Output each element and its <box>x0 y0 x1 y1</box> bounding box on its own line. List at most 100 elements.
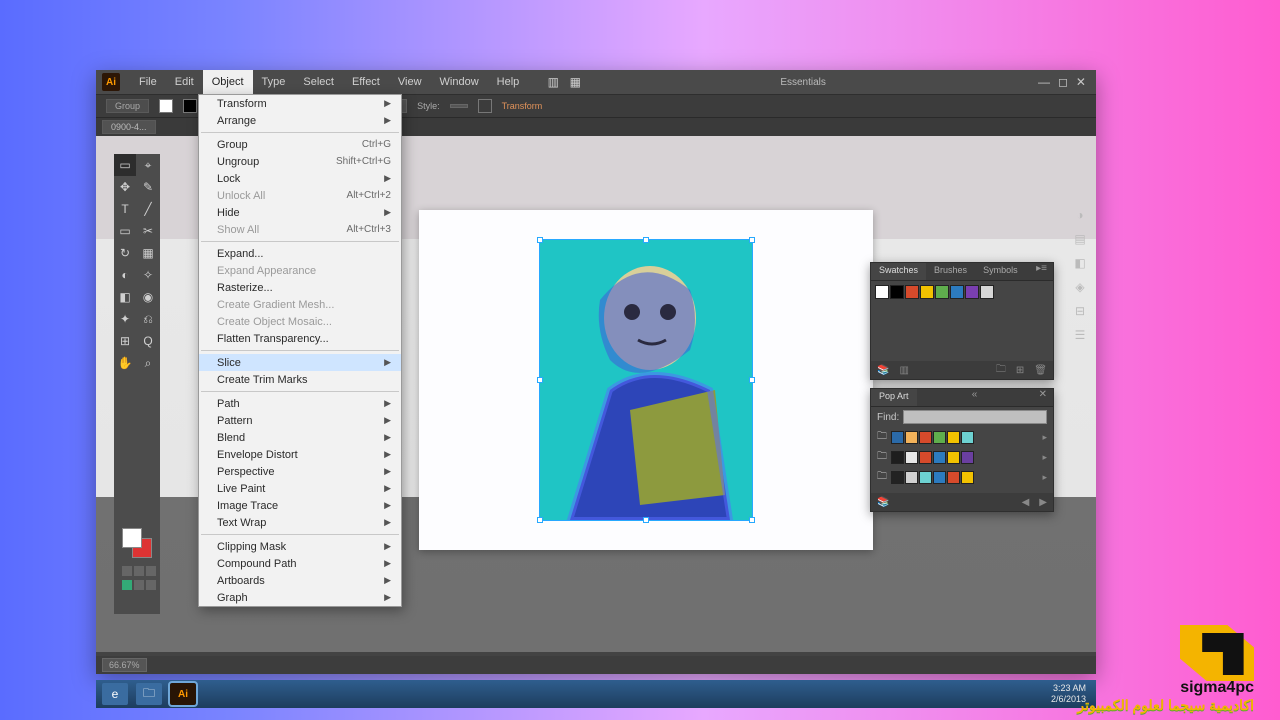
workspace-switcher[interactable]: Essentials <box>780 77 826 88</box>
tool-14[interactable]: ✦ <box>114 308 136 330</box>
panel-menu-icon[interactable]: ▸≡ <box>1030 263 1053 280</box>
swatch[interactable] <box>875 285 889 299</box>
menu-item-create-trim-marks[interactable]: Create Trim Marks <box>199 371 401 388</box>
tool-9[interactable]: ▦ <box>137 242 159 264</box>
menu-item-perspective[interactable]: Perspective▶ <box>199 463 401 480</box>
swatch[interactable] <box>919 471 932 484</box>
swatch[interactable] <box>905 471 918 484</box>
maximize-button[interactable]: ◻ <box>1058 75 1068 89</box>
swatch[interactable] <box>933 451 946 464</box>
tool-0[interactable]: ▭ <box>114 154 136 176</box>
resize-handle[interactable] <box>643 237 649 243</box>
style-field[interactable] <box>450 104 468 108</box>
menu-file[interactable]: File <box>130 70 166 94</box>
menu-window[interactable]: Window <box>431 70 488 94</box>
dock-appearance-icon[interactable]: ⊟ <box>1072 304 1088 320</box>
swatch[interactable] <box>891 471 904 484</box>
swatch[interactable] <box>965 285 979 299</box>
resize-handle[interactable] <box>749 237 755 243</box>
popart-next-icon[interactable]: ▶ <box>1039 497 1047 508</box>
swatch-trash-icon[interactable]: 🗑 <box>1034 365 1047 376</box>
menu-item-path[interactable]: Path▶ <box>199 395 401 412</box>
dock-layers-icon[interactable]: ☰ <box>1072 328 1088 344</box>
swatch-menu-icon[interactable]: ▥ <box>899 365 908 376</box>
swatch-new-icon[interactable]: ⊞ <box>1016 365 1024 376</box>
popart-prev-icon[interactable]: ◀ <box>1022 497 1030 508</box>
tool-13[interactable]: ◉ <box>137 286 159 308</box>
menu-item-lock[interactable]: Lock▶ <box>199 170 401 187</box>
tool-3[interactable]: ✎ <box>137 176 159 198</box>
menu-item-rasterize-[interactable]: Rasterize... <box>199 279 401 296</box>
minimize-button[interactable]: — <box>1038 75 1050 89</box>
swatch[interactable] <box>961 451 974 464</box>
menu-item-group[interactable]: GroupCtrl+G <box>199 136 401 153</box>
tab-symbols[interactable]: Symbols <box>975 263 1026 280</box>
menu-select[interactable]: Select <box>294 70 343 94</box>
swatch[interactable] <box>947 431 960 444</box>
panel-close-icon[interactable]: ✕ <box>1033 389 1053 406</box>
chevron-right-icon[interactable]: ▸ <box>1042 432 1047 443</box>
tool-11[interactable]: ✧ <box>137 264 159 286</box>
tool-15[interactable]: ⎌ <box>137 308 159 330</box>
menu-item-arrange[interactable]: Arrange▶ <box>199 112 401 129</box>
swatch-lib-icon[interactable]: 📚 <box>877 365 889 376</box>
menu-edit[interactable]: Edit <box>166 70 203 94</box>
dock-color-icon[interactable]: ◑ <box>1072 208 1088 224</box>
chevron-right-icon[interactable]: ▸ <box>1042 452 1047 463</box>
resize-handle[interactable] <box>749 377 755 383</box>
chevron-right-icon[interactable]: ▸ <box>1042 472 1047 483</box>
taskbar-ie-icon[interactable]: e <box>102 683 128 705</box>
swatch[interactable] <box>947 471 960 484</box>
menu-item-live-paint[interactable]: Live Paint▶ <box>199 480 401 497</box>
fill-swatch[interactable] <box>159 99 173 113</box>
swatch[interactable] <box>920 285 934 299</box>
tool-1[interactable]: ⌖ <box>137 154 159 176</box>
menu-item-artboards[interactable]: Artboards▶ <box>199 572 401 589</box>
tool-10[interactable]: ◐ <box>114 264 136 286</box>
resize-handle[interactable] <box>537 517 543 523</box>
swatch[interactable] <box>905 285 919 299</box>
resize-handle[interactable] <box>749 517 755 523</box>
menu-type[interactable]: Type <box>253 70 295 94</box>
taskbar-illustrator-icon[interactable]: Ai <box>170 683 196 705</box>
draw-mode-row[interactable] <box>120 564 158 578</box>
swatch[interactable] <box>905 431 918 444</box>
menu-help[interactable]: Help <box>488 70 529 94</box>
menu-item-hide[interactable]: Hide▶ <box>199 204 401 221</box>
menu-item-flatten-transparency-[interactable]: Flatten Transparency... <box>199 330 401 347</box>
dock-transparency-icon[interactable]: ◈ <box>1072 280 1088 296</box>
tool-12[interactable]: ◧ <box>114 286 136 308</box>
zoom-field[interactable]: 66.67% <box>102 658 147 672</box>
folder-icon[interactable]: 🗀 <box>877 449 887 466</box>
menu-view[interactable]: View <box>389 70 431 94</box>
resize-handle[interactable] <box>643 517 649 523</box>
document-tab[interactable]: 0900-4... <box>102 120 156 134</box>
menu-item-expand-[interactable]: Expand... <box>199 245 401 262</box>
swatch[interactable] <box>891 431 904 444</box>
stroke-swatch[interactable] <box>183 99 197 113</box>
close-button[interactable]: ✕ <box>1076 75 1086 89</box>
screen-mode-row[interactable] <box>120 578 158 592</box>
tool-19[interactable]: ⌕ <box>137 352 159 374</box>
folder-icon[interactable]: 🗀 <box>877 469 887 486</box>
color-swatch-tool[interactable] <box>114 522 160 560</box>
tool-5[interactable]: ╱ <box>137 198 159 220</box>
tab-brushes[interactable]: Brushes <box>926 263 975 280</box>
swatch[interactable] <box>933 431 946 444</box>
resize-handle[interactable] <box>537 377 543 383</box>
swatch[interactable] <box>980 285 994 299</box>
resize-handle[interactable] <box>537 237 543 243</box>
swatch[interactable] <box>890 285 904 299</box>
menu-effect[interactable]: Effect <box>343 70 389 94</box>
tool-7[interactable]: ✂ <box>137 220 159 242</box>
tool-8[interactable]: ↻ <box>114 242 136 264</box>
menu-item-compound-path[interactable]: Compound Path▶ <box>199 555 401 572</box>
swatch[interactable] <box>891 451 904 464</box>
swatch[interactable] <box>905 451 918 464</box>
swatch[interactable] <box>947 451 960 464</box>
tool-6[interactable]: ▭ <box>114 220 136 242</box>
menubar-extra-icon[interactable]: ▥ <box>542 71 564 93</box>
dock-stroke-icon[interactable]: ▤ <box>1072 232 1088 248</box>
tool-4[interactable]: T <box>114 198 136 220</box>
tool-2[interactable]: ✥ <box>114 176 136 198</box>
